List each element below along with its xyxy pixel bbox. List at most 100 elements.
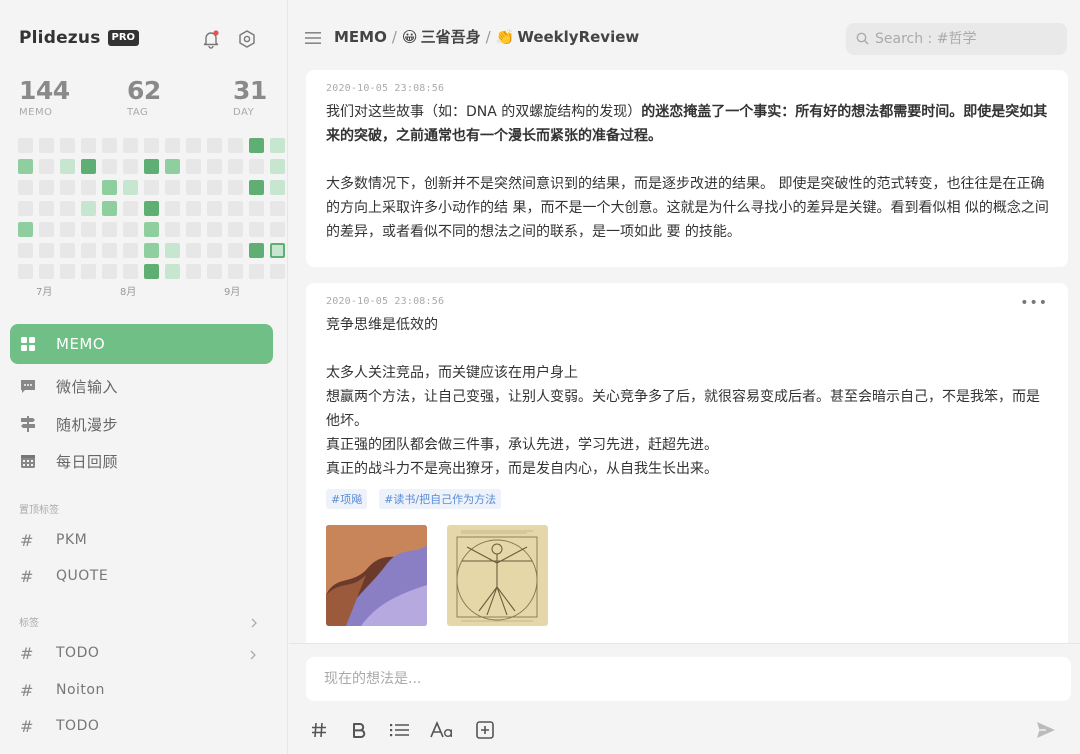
heatmap-cell[interactable] (18, 138, 33, 153)
heatmap-cell[interactable] (165, 243, 180, 258)
heatmap-cell[interactable] (123, 159, 138, 174)
heatmap-cell[interactable] (81, 201, 96, 216)
heatmap-cell[interactable] (123, 222, 138, 237)
heatmap-cell[interactable] (186, 201, 201, 216)
heatmap-cell[interactable] (207, 159, 222, 174)
heatmap-cell[interactable] (18, 159, 33, 174)
heatmap-cell[interactable] (186, 180, 201, 195)
search-box[interactable] (846, 23, 1067, 55)
nav-item-daily-review[interactable]: 每日回顾 (10, 441, 273, 481)
heatmap-cell[interactable] (60, 138, 75, 153)
heatmap-cell[interactable] (249, 180, 264, 195)
heatmap-cell[interactable] (228, 243, 243, 258)
tag-todo-2[interactable]: # TODO (20, 714, 265, 738)
heatmap-cell[interactable] (102, 264, 117, 279)
heatmap-cell[interactable] (81, 138, 96, 153)
heatmap-cell[interactable] (81, 222, 96, 237)
bell-icon[interactable] (200, 28, 222, 50)
heatmap-cell[interactable] (123, 201, 138, 216)
heatmap-cell[interactable] (165, 264, 180, 279)
heatmap-cell[interactable] (144, 180, 159, 195)
heatmap-cell[interactable] (123, 264, 138, 279)
heatmap-cell[interactable] (165, 180, 180, 195)
heatmap-cell[interactable] (165, 222, 180, 237)
send-icon[interactable] (1035, 719, 1057, 741)
nav-item-memo[interactable]: MEMO (10, 324, 273, 364)
heatmap-cell[interactable] (228, 138, 243, 153)
pinned-tag-pkm[interactable]: # PKM (20, 528, 265, 552)
heatmap-cell[interactable] (102, 180, 117, 195)
heatmap-cell[interactable] (144, 243, 159, 258)
hamburger-icon[interactable] (305, 30, 321, 44)
heatmap-cell[interactable] (123, 243, 138, 258)
heatmap-cell[interactable] (207, 180, 222, 195)
heatmap-cell[interactable] (270, 243, 285, 258)
heatmap-cell[interactable] (249, 264, 264, 279)
heatmap-cell[interactable] (270, 159, 285, 174)
heatmap-cell[interactable] (39, 159, 54, 174)
heatmap-cell[interactable] (186, 222, 201, 237)
heatmap-cell[interactable] (270, 201, 285, 216)
heatmap-cell[interactable] (60, 243, 75, 258)
heatmap-cell[interactable] (144, 159, 159, 174)
heatmap-cell[interactable] (270, 138, 285, 153)
heatmap-cell[interactable] (207, 201, 222, 216)
list-icon[interactable] (389, 719, 411, 741)
heatmap-cell[interactable] (228, 201, 243, 216)
breadcrumb-item-self-reflection[interactable]: 三省吾身 (421, 26, 481, 47)
heatmap-cell[interactable] (228, 264, 243, 279)
heatmap-cell[interactable] (165, 201, 180, 216)
heatmap-cell[interactable] (60, 264, 75, 279)
add-box-icon[interactable] (474, 719, 496, 741)
heatmap-cell[interactable] (186, 138, 201, 153)
memo-tag[interactable]: #项飚 (326, 489, 368, 509)
tag-noiton[interactable]: # Noiton (20, 678, 265, 702)
heatmap-cell[interactable] (186, 243, 201, 258)
heatmap-cell[interactable] (144, 201, 159, 216)
heatmap-cell[interactable] (270, 264, 285, 279)
heatmap-cell[interactable] (60, 159, 75, 174)
heatmap-cell[interactable] (39, 243, 54, 258)
heatmap-cell[interactable] (249, 138, 264, 153)
heatmap-cell[interactable] (249, 222, 264, 237)
heatmap-cell[interactable] (39, 201, 54, 216)
chevron-right-icon[interactable] (248, 614, 262, 628)
pinned-tag-quote[interactable]: # QUOTE (20, 564, 265, 588)
heatmap-cell[interactable] (144, 222, 159, 237)
heatmap-cell[interactable] (102, 138, 117, 153)
heatmap-cell[interactable] (60, 222, 75, 237)
bold-icon[interactable] (348, 719, 370, 741)
heatmap-cell[interactable] (249, 201, 264, 216)
heatmap-cell[interactable] (81, 159, 96, 174)
heatmap-cell[interactable] (228, 180, 243, 195)
heatmap-cell[interactable] (81, 180, 96, 195)
memo-tag[interactable]: #读书/把自己作为方法 (379, 489, 502, 509)
font-size-icon[interactable] (429, 719, 455, 741)
heatmap-cell[interactable] (39, 264, 54, 279)
breadcrumb-item-memo[interactable]: MEMO (334, 28, 387, 46)
chevron-right-icon[interactable] (247, 646, 261, 660)
heatmap-cell[interactable] (186, 159, 201, 174)
heatmap-cell[interactable] (207, 264, 222, 279)
heatmap-cell[interactable] (207, 222, 222, 237)
heatmap-cell[interactable] (165, 159, 180, 174)
canyon-photo[interactable] (326, 525, 427, 626)
more-options-icon[interactable]: ••• (1020, 295, 1048, 311)
heatmap-cell[interactable] (39, 138, 54, 153)
memo-input[interactable] (306, 657, 1071, 701)
heatmap-cell[interactable] (18, 222, 33, 237)
heatmap-cell[interactable] (186, 264, 201, 279)
heatmap-cell[interactable] (270, 222, 285, 237)
heatmap-cell[interactable] (144, 264, 159, 279)
heatmap-cell[interactable] (39, 180, 54, 195)
nav-item-random-walk[interactable]: 随机漫步 (10, 404, 273, 444)
heatmap-cell[interactable] (102, 243, 117, 258)
search-input[interactable] (875, 31, 1055, 47)
heatmap-cell[interactable] (102, 222, 117, 237)
heatmap-cell[interactable] (18, 180, 33, 195)
heatmap-cell[interactable] (123, 138, 138, 153)
heatmap-cell[interactable] (60, 180, 75, 195)
heatmap-cell[interactable] (249, 243, 264, 258)
heatmap-cell[interactable] (18, 243, 33, 258)
heatmap-cell[interactable] (18, 201, 33, 216)
